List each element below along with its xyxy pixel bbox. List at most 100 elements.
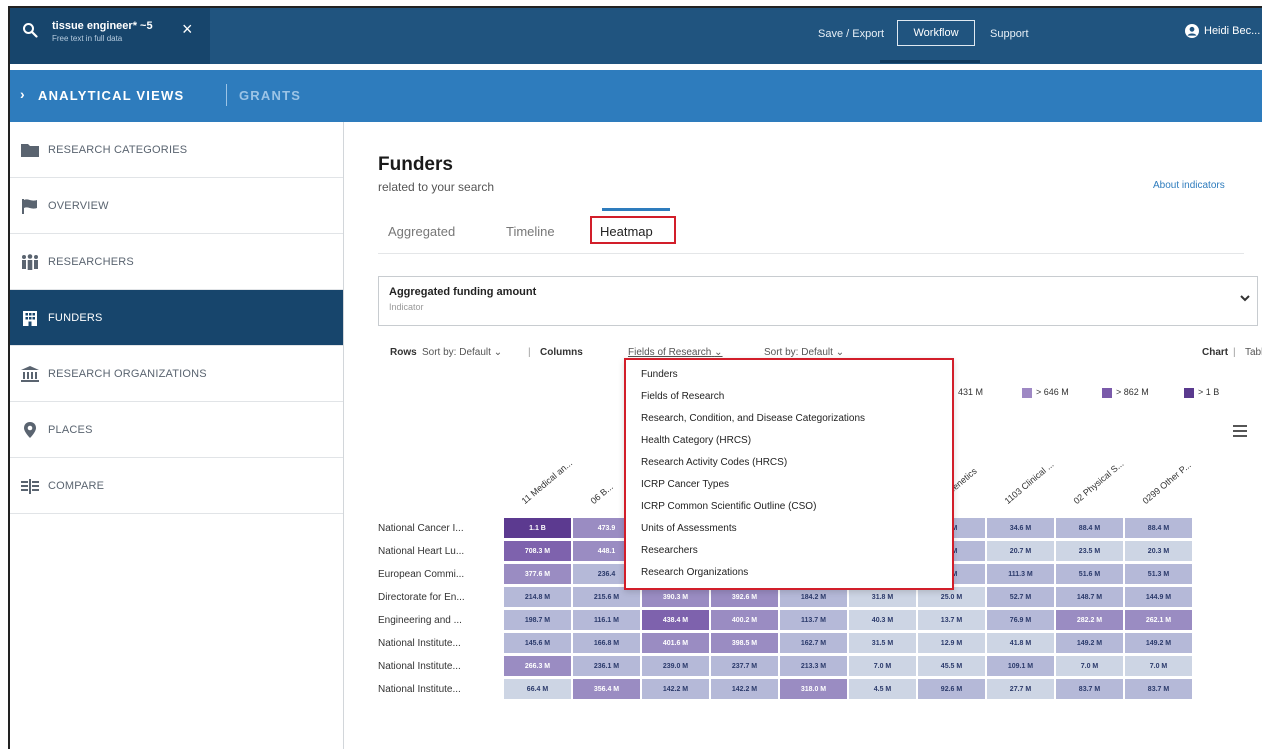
heatmap-cell[interactable]: 34.6 M: [987, 518, 1055, 539]
columns-sort-control[interactable]: Sort by: Default ⌄: [764, 347, 844, 358]
dropdown-item-research-organizations[interactable]: Research Organizations: [641, 567, 748, 578]
heatmap-cell[interactable]: 215.6 M: [573, 587, 641, 608]
dropdown-item-hrcs-health-category[interactable]: Health Category (HRCS): [641, 435, 751, 446]
heatmap-cell[interactable]: 45.5 M: [918, 656, 986, 677]
heatmap-cell[interactable]: 20.3 M: [1125, 541, 1193, 562]
analytical-views-title[interactable]: ANALYTICAL VIEWS: [38, 88, 184, 103]
heatmap-cell[interactable]: 356.4 M: [573, 679, 641, 700]
about-indicators-link[interactable]: About indicators: [1153, 180, 1225, 191]
heatmap-cell[interactable]: 236.1 M: [573, 656, 641, 677]
heatmap-cell[interactable]: 116.1 M: [573, 610, 641, 631]
workflow-button[interactable]: Workflow: [897, 20, 975, 46]
heatmap-cell[interactable]: 708.3 M: [504, 541, 572, 562]
support-link[interactable]: Support: [990, 28, 1029, 40]
heatmap-cell[interactable]: 398.5 M: [711, 633, 779, 654]
heatmap-cell[interactable]: 76.9 M: [987, 610, 1055, 631]
sidebar-item-places[interactable]: PLACES: [10, 402, 343, 458]
search-icon[interactable]: [22, 22, 38, 38]
heatmap-cell[interactable]: 401.6 M: [642, 633, 710, 654]
dropdown-item-units-of-assessments[interactable]: Units of Assessments: [641, 523, 737, 534]
heatmap-cell[interactable]: 92.6 M: [918, 679, 986, 700]
heatmap-cell[interactable]: 213.3 M: [780, 656, 848, 677]
tab-heatmap[interactable]: Heatmap: [600, 224, 653, 239]
heatmap-cell[interactable]: 7.0 M: [1056, 656, 1124, 677]
heatmap-cell[interactable]: 51.3 M: [1125, 564, 1193, 585]
tab-timeline[interactable]: Timeline: [506, 224, 555, 239]
sidebar-item-researchers[interactable]: RESEARCHERS: [10, 234, 343, 290]
heatmap-cell[interactable]: 149.2 M: [1056, 633, 1124, 654]
heatmap-cell[interactable]: 51.6 M: [1056, 564, 1124, 585]
heatmap-cell[interactable]: 1.1 B: [504, 518, 572, 539]
heatmap-cell[interactable]: 41.8 M: [987, 633, 1055, 654]
chevron-down-icon[interactable]: [1239, 293, 1251, 303]
heatmap-cell[interactable]: 149.2 M: [1125, 633, 1193, 654]
table-toggle[interactable]: Table: [1245, 347, 1262, 358]
dropdown-item-icrp-cso[interactable]: ICRP Common Scientific Outline (CSO): [641, 501, 816, 512]
heatmap-cell[interactable]: 40.3 M: [849, 610, 917, 631]
heatmap-cell[interactable]: 262.1 M: [1125, 610, 1193, 631]
heatmap-cell[interactable]: 25.0 M: [918, 587, 986, 608]
heatmap-cell[interactable]: 12.9 M: [918, 633, 986, 654]
heatmap-cell[interactable]: 214.8 M: [504, 587, 572, 608]
save-export-link[interactable]: Save / Export: [818, 28, 884, 40]
dropdown-item-funders[interactable]: Funders: [641, 369, 678, 380]
dropdown-item-hrcs-activity-codes[interactable]: Research Activity Codes (HRCS): [641, 457, 787, 468]
heatmap-cell[interactable]: 282.2 M: [1056, 610, 1124, 631]
sidebar-item-research-categories[interactable]: RESEARCH CATEGORIES: [10, 122, 343, 178]
heatmap-cell[interactable]: 7.0 M: [1125, 656, 1193, 677]
heatmap-cell[interactable]: 27.7 M: [987, 679, 1055, 700]
heatmap-cell[interactable]: 23.5 M: [1056, 541, 1124, 562]
heatmap-cell[interactable]: 377.6 M: [504, 564, 572, 585]
heatmap-cell[interactable]: 111.3 M: [987, 564, 1055, 585]
heatmap-cell[interactable]: 83.7 M: [1125, 679, 1193, 700]
heatmap-cell[interactable]: 390.3 M: [642, 587, 710, 608]
grants-link[interactable]: GRANTS: [239, 88, 301, 103]
user-menu[interactable]: Heidi Bec...: [1185, 24, 1260, 38]
heatmap-cell[interactable]: 438.4 M: [642, 610, 710, 631]
heatmap-cell[interactable]: 66.4 M: [504, 679, 572, 700]
indicator-select[interactable]: Aggregated funding amount Indicator: [378, 276, 1258, 326]
search-box[interactable]: tissue engineer* ~5 Free text in full da…: [10, 8, 210, 64]
sidebar-item-compare[interactable]: COMPARE: [10, 458, 343, 514]
heatmap-cell[interactable]: 20.7 M: [987, 541, 1055, 562]
heatmap-cell[interactable]: 184.2 M: [780, 587, 848, 608]
sidebar-item-overview[interactable]: OVERVIEW: [10, 178, 343, 234]
heatmap-cell[interactable]: 392.6 M: [711, 587, 779, 608]
heatmap-cell[interactable]: 31.5 M: [849, 633, 917, 654]
close-icon[interactable]: ×: [182, 20, 193, 38]
heatmap-cell[interactable]: 144.9 M: [1125, 587, 1193, 608]
chevron-right-icon[interactable]: ›: [20, 86, 25, 102]
heatmap-cell[interactable]: 13.7 M: [918, 610, 986, 631]
dropdown-item-rcdc[interactable]: Research, Condition, and Disease Categor…: [641, 413, 865, 424]
heatmap-cell[interactable]: 88.4 M: [1125, 518, 1193, 539]
heatmap-cell[interactable]: 400.2 M: [711, 610, 779, 631]
dropdown-item-fields-of-research[interactable]: Fields of Research: [641, 391, 724, 402]
tab-aggregated[interactable]: Aggregated: [388, 224, 455, 239]
heatmap-cell[interactable]: 31.8 M: [849, 587, 917, 608]
columns-field-control[interactable]: Fields of Research ⌄: [628, 347, 723, 358]
sidebar-item-research-organizations[interactable]: RESEARCH ORGANIZATIONS: [10, 346, 343, 402]
sidebar-item-funders[interactable]: FUNDERS: [10, 290, 343, 346]
heatmap-cell[interactable]: 4.5 M: [849, 679, 917, 700]
heatmap-cell[interactable]: 318.0 M: [780, 679, 848, 700]
heatmap-cell[interactable]: 142.2 M: [711, 679, 779, 700]
heatmap-cell[interactable]: 239.0 M: [642, 656, 710, 677]
heatmap-cell[interactable]: 52.7 M: [987, 587, 1055, 608]
heatmap-cell[interactable]: 198.7 M: [504, 610, 572, 631]
heatmap-cell[interactable]: 237.7 M: [711, 656, 779, 677]
heatmap-cell[interactable]: 7.0 M: [849, 656, 917, 677]
heatmap-cell[interactable]: 145.6 M: [504, 633, 572, 654]
rows-sort-control[interactable]: Sort by: Default ⌄: [422, 347, 502, 358]
dropdown-item-icrp-cancer-types[interactable]: ICRP Cancer Types: [641, 479, 729, 490]
heatmap-cell[interactable]: 166.8 M: [573, 633, 641, 654]
heatmap-cell[interactable]: 113.7 M: [780, 610, 848, 631]
search-query[interactable]: tissue engineer* ~5: [52, 20, 153, 32]
chart-toggle[interactable]: Chart: [1202, 347, 1228, 358]
heatmap-cell[interactable]: 148.7 M: [1056, 587, 1124, 608]
heatmap-cell[interactable]: 162.7 M: [780, 633, 848, 654]
heatmap-cell[interactable]: 88.4 M: [1056, 518, 1124, 539]
heatmap-cell[interactable]: 142.2 M: [642, 679, 710, 700]
dropdown-item-researchers[interactable]: Researchers: [641, 545, 698, 556]
heatmap-cell[interactable]: 109.1 M: [987, 656, 1055, 677]
menu-icon[interactable]: [1232, 424, 1248, 438]
